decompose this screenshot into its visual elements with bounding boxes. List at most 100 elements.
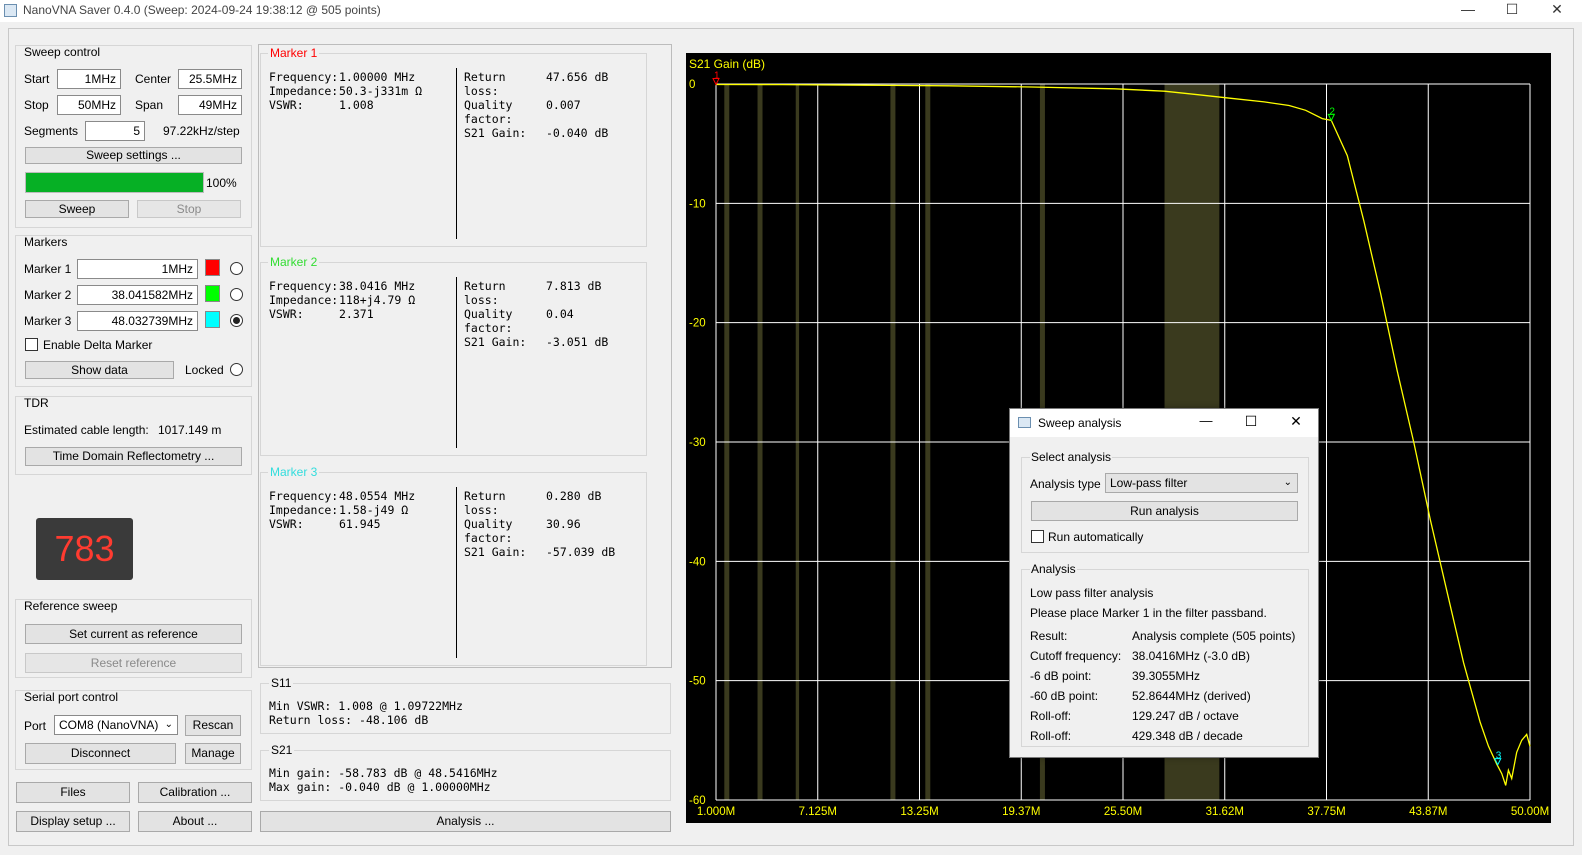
minimize-icon[interactable]: — [1445,0,1491,20]
marker-1-label: 1 [714,70,720,81]
analysis-results-table: Result: Analysis complete (505 points) Cu… [1030,626,1295,746]
dialog-minimize-icon[interactable]: — [1196,413,1216,428]
start-input[interactable]: 1MHz [57,69,121,89]
marker1-q-label: Quality factor: [464,98,513,126]
minus60db-row-value: 52.8644MHz (derived) [1132,689,1251,703]
x-tick-label: 31.62M [1206,806,1244,818]
marker2-divider [456,277,457,448]
analysis-type-select[interactable]: Low-pass filter ⌄ [1105,473,1298,493]
reference-title: Reference sweep [24,599,118,613]
marker3-radio[interactable] [230,314,243,327]
center-input[interactable]: 25.5MHz [178,69,242,89]
marker3-frequency-input[interactable]: 48.032739MHz [77,311,198,331]
locked-radio[interactable] [230,363,243,376]
maximize-icon[interactable]: ☐ [1489,0,1535,20]
tdr-button[interactable]: Time Domain Reflectometry ... [25,447,242,466]
s21-min-gain-value: -58.783 dB @ 48.5416MHz [338,766,498,780]
y-tick-label: -10 [689,198,706,210]
marker2-frequency-input[interactable]: 38.041582MHz [77,285,198,305]
sweep-analysis-dialog: Sweep analysis — ☐ ✕ Select analysis Ana… [1009,408,1319,758]
minus6db-row-label: -6 dB point: [1030,669,1092,683]
marker1-s21-label: S21 Gain: [464,126,527,140]
run-analysis-button[interactable]: Run analysis [1031,501,1298,521]
analysis-type-label: Analysis type [1030,477,1101,491]
sweep-control-title: Sweep control [24,45,101,59]
marker1-divider [456,68,457,239]
marker2-q-label: Quality factor: [464,307,513,335]
s21-min-gain-label: Min gain: [269,766,332,780]
marker1-radio[interactable] [230,262,243,275]
marker3-s21-label: S21 Gain: [464,545,527,559]
marker2-s21-label: S21 Gain: [464,335,527,349]
about-button[interactable]: About ... [138,811,252,832]
analysis-result-title: Analysis [1030,562,1077,576]
span-input[interactable]: 49MHz [178,95,242,115]
cable-length-value: 1017.149 m [158,423,222,437]
marker1-panel-title: Marker 1 [268,46,320,60]
analysis-type-value: Low-pass filter [1110,476,1188,490]
marker1-freq-label: Frequency: [269,70,339,84]
sweep-button[interactable]: Sweep [25,200,129,218]
marker2-label: Marker 2 [24,288,72,302]
segments-input[interactable]: 5 [85,121,145,141]
marker3-color-swatch[interactable] [205,311,220,328]
marker2-color-swatch[interactable] [205,285,220,302]
s21-max-gain-label: Max gain: [269,780,332,794]
marker2-impedance-value: 118+j4.79 Ω [339,293,416,307]
marker2-return-loss-value: 7.813 dB [546,279,602,293]
stop-input[interactable]: 50MHz [57,95,121,115]
marker1-q-value: 0.007 [546,98,581,112]
marker1-s21-value: -0.040 dB [546,126,609,140]
set-reference-button[interactable]: Set current as reference [25,624,242,644]
rescan-button[interactable]: Rescan [185,715,241,736]
show-data-button[interactable]: Show data [25,361,174,379]
segments-label: Segments [24,124,79,138]
dialog-maximize-icon[interactable]: ☐ [1241,413,1261,430]
manage-button[interactable]: Manage [185,743,241,764]
reset-reference-button[interactable]: Reset reference [25,653,242,673]
x-tick-label: 25.50M [1104,806,1142,818]
y-tick-label: -40 [689,556,706,568]
marker3-divider [456,487,457,658]
delta-marker-checkbox[interactable] [25,338,38,351]
port-label: Port [24,719,47,733]
x-tick-label: 43.87M [1409,806,1447,818]
marker2-right-block: Return loss: 7.813 dB Quality factor: 0.04… [464,279,608,349]
s11-block: Min VSWR: 1.008 @ 1.09722MHz Return loss… [269,699,463,727]
step-size-text: 97.22kHz/step [163,124,240,138]
close-icon[interactable]: ✕ [1534,0,1580,20]
marker1-frequency-input[interactable]: 1MHz [77,259,198,279]
marker2-vswr-value: 2.371 [339,307,374,321]
s21-max-gain-value: -0.040 dB @ 1.00000MHz [338,780,491,794]
marker1-color-swatch[interactable] [205,259,220,276]
s21-block: Min gain: -58.783 dB @ 48.5416MHz Max ga… [269,766,498,794]
run-automatically-checkbox[interactable] [1031,530,1044,543]
serial-title: Serial port control [24,690,119,704]
x-tick-label: 13.25M [900,806,938,818]
cutoff-row-value: 38.0416MHz (-3.0 dB) [1132,649,1251,663]
marker1-label: Marker 1 [24,262,72,276]
result-row-label: Result: [1030,629,1068,643]
dialog-close-icon[interactable]: ✕ [1286,413,1306,430]
x-tick-label: 37.75M [1307,806,1345,818]
marker3-impedance-label: Impedance: [269,503,339,517]
marker2-freq-label: Frequency: [269,279,339,293]
sweep-settings-button[interactable]: Sweep settings ... [25,147,242,164]
calibration-button[interactable]: Calibration ... [138,782,252,803]
marker3-panel-title: Marker 3 [268,465,320,479]
progress-fill [26,173,203,192]
window-title: NanoVNA Saver 0.4.0 (Sweep: 2024-09-24 1… [23,3,381,17]
progress-text: 100% [206,176,237,190]
select-analysis-title: Select analysis [1030,450,1113,464]
marker2-left-block: Frequency: 38.0416 MHz Impedance: 118+j4.7… [269,279,415,321]
display-setup-button[interactable]: Display setup ... [16,811,130,832]
files-button[interactable]: Files [16,782,130,803]
disconnect-button[interactable]: Disconnect [25,743,176,764]
marker3-return-loss-value: 0.280 dB [546,489,602,503]
marker1-right-block: Return loss: 47.656 dB Quality factor: 0.0… [464,70,608,140]
port-select[interactable]: COM8 (NanoVNA) ⌄ [54,715,178,735]
title-bar: NanoVNA Saver 0.4.0 (Sweep: 2024-09-24 1… [0,0,1582,22]
analysis-button[interactable]: Analysis ... [260,811,671,832]
stop-button[interactable]: Stop [137,200,241,218]
marker2-radio[interactable] [230,288,243,301]
